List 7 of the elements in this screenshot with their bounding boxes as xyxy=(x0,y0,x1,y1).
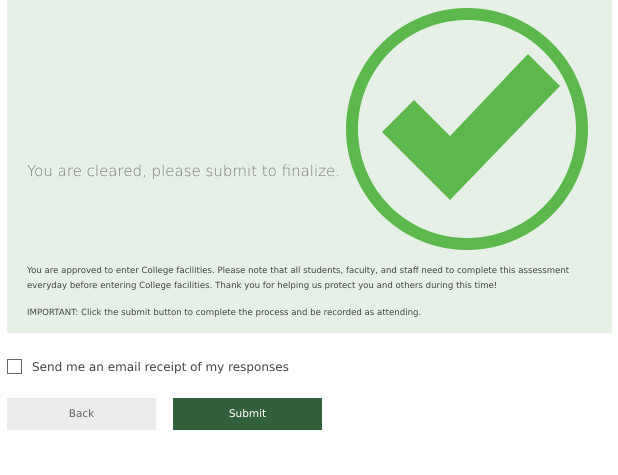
back-button[interactable]: Back xyxy=(7,398,156,430)
status-heading: You are cleared, please submit to finalize. xyxy=(27,162,340,180)
important-notice: IMPORTANT: Click the submit button to complete the process and be recorded as attending. xyxy=(27,307,422,320)
checkbox[interactable] xyxy=(7,359,22,374)
approval-message: You are approved to enter College facilities. Please note that all students, faculty, and staff need to complete this assessment everyday before entering College facilities. Thank you for helping us protect you and others during this time! xyxy=(27,265,570,293)
submit-button[interactable]: Submit xyxy=(173,398,322,430)
email-receipt-label: Send me an email receipt of my responses xyxy=(32,360,289,374)
